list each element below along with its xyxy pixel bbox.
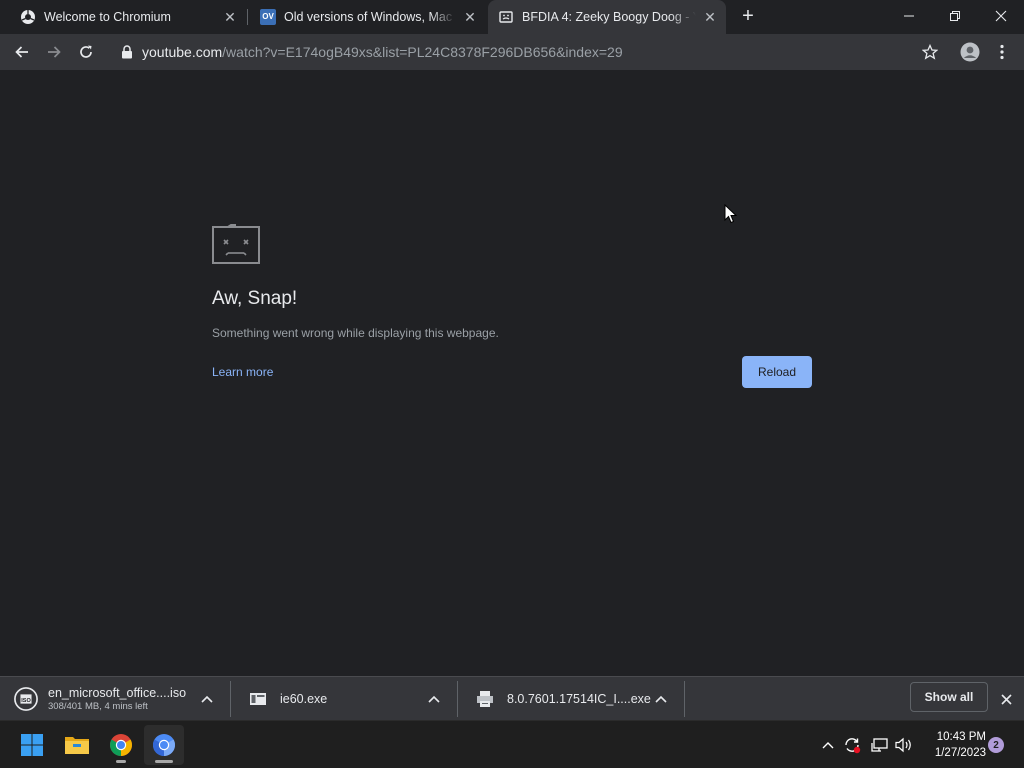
forward-arrow-icon[interactable] (40, 38, 68, 66)
address-bar[interactable]: youtube.com/watch?v=E174ogB49xs&list=PL2… (110, 38, 950, 66)
url-host: youtube.com (142, 44, 223, 60)
tab-bfdia[interactable]: BFDIA 4: Zeeky Boogy Doog - YouTube ✕ (488, 0, 726, 34)
reload-button[interactable]: Reload (742, 356, 812, 388)
tab-strip: Welcome to Chromium ✕ OV Old versions of… (0, 0, 1024, 34)
learn-more-link[interactable]: Learn more (212, 365, 273, 379)
tab-title: Welcome to Chromium (44, 10, 171, 24)
taskbar-clock[interactable]: 10:43 PM 1/27/2023 (920, 729, 986, 761)
new-tab-button[interactable]: + (738, 6, 758, 27)
error-title: Aw, Snap! (212, 288, 298, 309)
chromium-taskbar-icon[interactable] (144, 725, 184, 765)
svg-text:ISO: ISO (21, 698, 31, 704)
active-indicator (155, 760, 173, 763)
clock-time: 10:43 PM (936, 731, 986, 743)
windows-taskbar: 10:43 PM 1/27/2023 2 (0, 720, 1024, 768)
chevron-up-icon[interactable] (426, 691, 442, 707)
volume-icon[interactable] (894, 735, 914, 755)
chevron-up-icon[interactable] (199, 691, 215, 707)
reload-icon[interactable] (72, 38, 100, 66)
tab-welcome[interactable]: Welcome to Chromium ✕ (0, 0, 246, 34)
tab-close-icon[interactable]: ✕ (222, 9, 238, 25)
minimize-icon[interactable] (886, 0, 932, 32)
file-explorer-icon[interactable] (57, 725, 97, 765)
tab-title: Old versions of Windows, Mac and Linux (284, 10, 456, 24)
menu-kebab-icon[interactable] (988, 38, 1016, 66)
sync-icon[interactable] (842, 735, 862, 755)
chevron-up-icon[interactable] (653, 691, 669, 707)
installer-icon (246, 687, 270, 711)
error-message: Something went wrong while displaying th… (212, 326, 499, 340)
back-arrow-icon[interactable] (8, 38, 36, 66)
oldversion-icon: OV (260, 9, 276, 25)
browser-toolbar: youtube.com/watch?v=E174ogB49xs&list=PL2… (0, 34, 1024, 70)
tab-close-icon[interactable]: ✕ (462, 9, 478, 25)
profile-avatar-icon[interactable] (956, 38, 984, 66)
start-icon[interactable] (12, 725, 52, 765)
notification-badge[interactable]: 2 (988, 737, 1004, 753)
bookmark-star-icon[interactable] (916, 38, 944, 66)
restore-icon[interactable] (932, 0, 978, 32)
sad-tab-icon (498, 9, 514, 25)
download-status: 308/401 MB, 4 mins left (48, 701, 148, 712)
tab-old-versions[interactable]: OV Old versions of Windows, Mac and Linu… (240, 0, 486, 34)
download-shelf: ISO en_microsoft_office....iso 308/401 M… (0, 676, 1024, 720)
download-item[interactable]: 8.0.7601.17514IC_I....exe (473, 677, 653, 721)
url-path: /watch?v=E174ogB49xs&list=PL24C8378F296D… (222, 44, 623, 60)
disc-image-icon: ISO (14, 687, 38, 711)
lock-icon[interactable] (120, 45, 134, 59)
network-icon[interactable] (870, 735, 890, 755)
close-icon[interactable] (978, 0, 1024, 32)
mouse-cursor-icon (724, 203, 738, 229)
printer-installer-icon (473, 687, 497, 711)
download-separator (684, 681, 685, 717)
chevron-up-tray-icon[interactable] (818, 735, 838, 755)
tab-title: BFDIA 4: Zeeky Boogy Doog - YouTube (522, 10, 696, 24)
download-separator (230, 681, 231, 717)
chrome-icon[interactable] (101, 725, 141, 765)
download-filename: 8.0.7601.17514IC_I....exe (507, 692, 651, 706)
download-item[interactable]: ie60.exe (246, 677, 416, 721)
page-content: Aw, Snap! Something went wrong while dis… (0, 70, 1024, 676)
sad-tab-illustration-icon (212, 224, 260, 269)
show-all-button[interactable]: Show all (910, 682, 988, 712)
clock-date: 1/27/2023 (934, 747, 986, 759)
download-separator (457, 681, 458, 717)
download-filename: ie60.exe (280, 692, 328, 706)
download-filename: en_microsoft_office....iso (48, 686, 187, 700)
chromium-icon (20, 9, 36, 25)
download-item[interactable]: ISO en_microsoft_office....iso 308/401 M… (14, 677, 204, 721)
url-text: youtube.com/watch?v=E174ogB49xs&list=PL2… (142, 44, 623, 60)
tab-close-icon[interactable]: ✕ (702, 9, 718, 25)
running-indicator (116, 760, 126, 763)
close-shelf-icon[interactable] (996, 689, 1016, 709)
